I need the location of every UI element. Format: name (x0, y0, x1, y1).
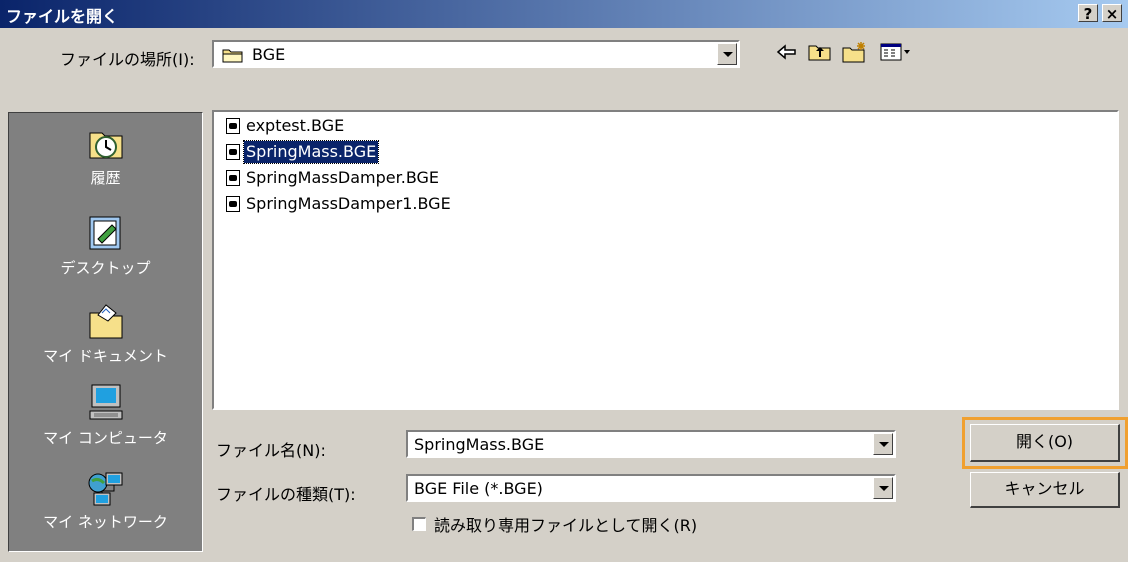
filetype-label: ファイルの種類(T): (216, 485, 356, 504)
readonly-label: 読み取り専用ファイルとして開く(R) (434, 516, 698, 535)
place-my-network[interactable]: マイ ネットワーク (9, 469, 202, 532)
place-label: マイ ネットワーク (43, 513, 168, 531)
location-value: BGE (252, 45, 286, 64)
place-label: マイ コンピュータ (43, 429, 168, 447)
filename-value: SpringMass.BGE (414, 435, 545, 454)
file-name: exptest.BGE (246, 116, 345, 135)
title-bar[interactable]: ファイルを開く ? × (0, 0, 1128, 28)
place-desktop[interactable]: デスクトップ (9, 211, 202, 278)
my-documents-icon (86, 299, 126, 345)
location-dropdown-button[interactable] (717, 43, 737, 65)
history-icon (86, 123, 126, 167)
place-my-computer[interactable]: マイ コンピュータ (9, 383, 202, 448)
bge-file-icon (226, 144, 240, 160)
place-my-documents[interactable]: マイ ドキュメント (9, 299, 202, 366)
place-label: デスクトップ (60, 259, 151, 277)
filename-combobox[interactable]: SpringMass.BGE (406, 430, 896, 458)
file-name: SpringMassDamper.BGE (246, 168, 440, 187)
filename-label: ファイル名(N): (216, 441, 326, 460)
file-list[interactable]: exptest.BGE SpringMass.BGE SpringMassDam… (212, 110, 1119, 410)
up-folder-icon[interactable] (808, 42, 832, 66)
place-label: マイ ドキュメント (43, 347, 168, 365)
bge-file-icon (226, 196, 240, 212)
cancel-button[interactable]: キャンセル (970, 472, 1120, 508)
places-bar: 履歴 デスクトップ マイ ドキュメント マイ コンピュータ マイ ネットワーク (8, 112, 203, 552)
desktop-icon (86, 211, 126, 257)
filetype-combobox[interactable]: BGE File (*.BGE) (406, 474, 896, 502)
help-button[interactable]: ? (1078, 4, 1098, 23)
filename-dropdown-button[interactable] (873, 433, 893, 455)
bge-file-icon (226, 170, 240, 186)
open-button[interactable]: 開く(O) (970, 424, 1120, 462)
place-label: 履歴 (90, 169, 121, 187)
window-title: ファイルを開く (6, 7, 119, 26)
view-menu-icon[interactable] (880, 42, 914, 66)
file-name: SpringMass.BGE (242, 140, 380, 164)
filetype-dropdown-button[interactable] (873, 477, 893, 499)
place-history[interactable]: 履歴 (9, 123, 202, 188)
folder-icon (222, 47, 244, 67)
bge-file-icon (226, 118, 240, 134)
my-network-icon (86, 469, 126, 511)
close-button[interactable]: × (1102, 4, 1122, 23)
back-icon[interactable] (776, 43, 798, 65)
filetype-value: BGE File (*.BGE) (414, 479, 543, 498)
readonly-checkbox[interactable] (412, 517, 426, 531)
location-combobox[interactable]: BGE (212, 40, 740, 68)
my-computer-icon (86, 383, 126, 427)
file-name: SpringMassDamper1.BGE (246, 194, 451, 213)
location-label: ファイルの場所(I): (60, 50, 195, 69)
new-folder-icon[interactable] (842, 41, 868, 67)
